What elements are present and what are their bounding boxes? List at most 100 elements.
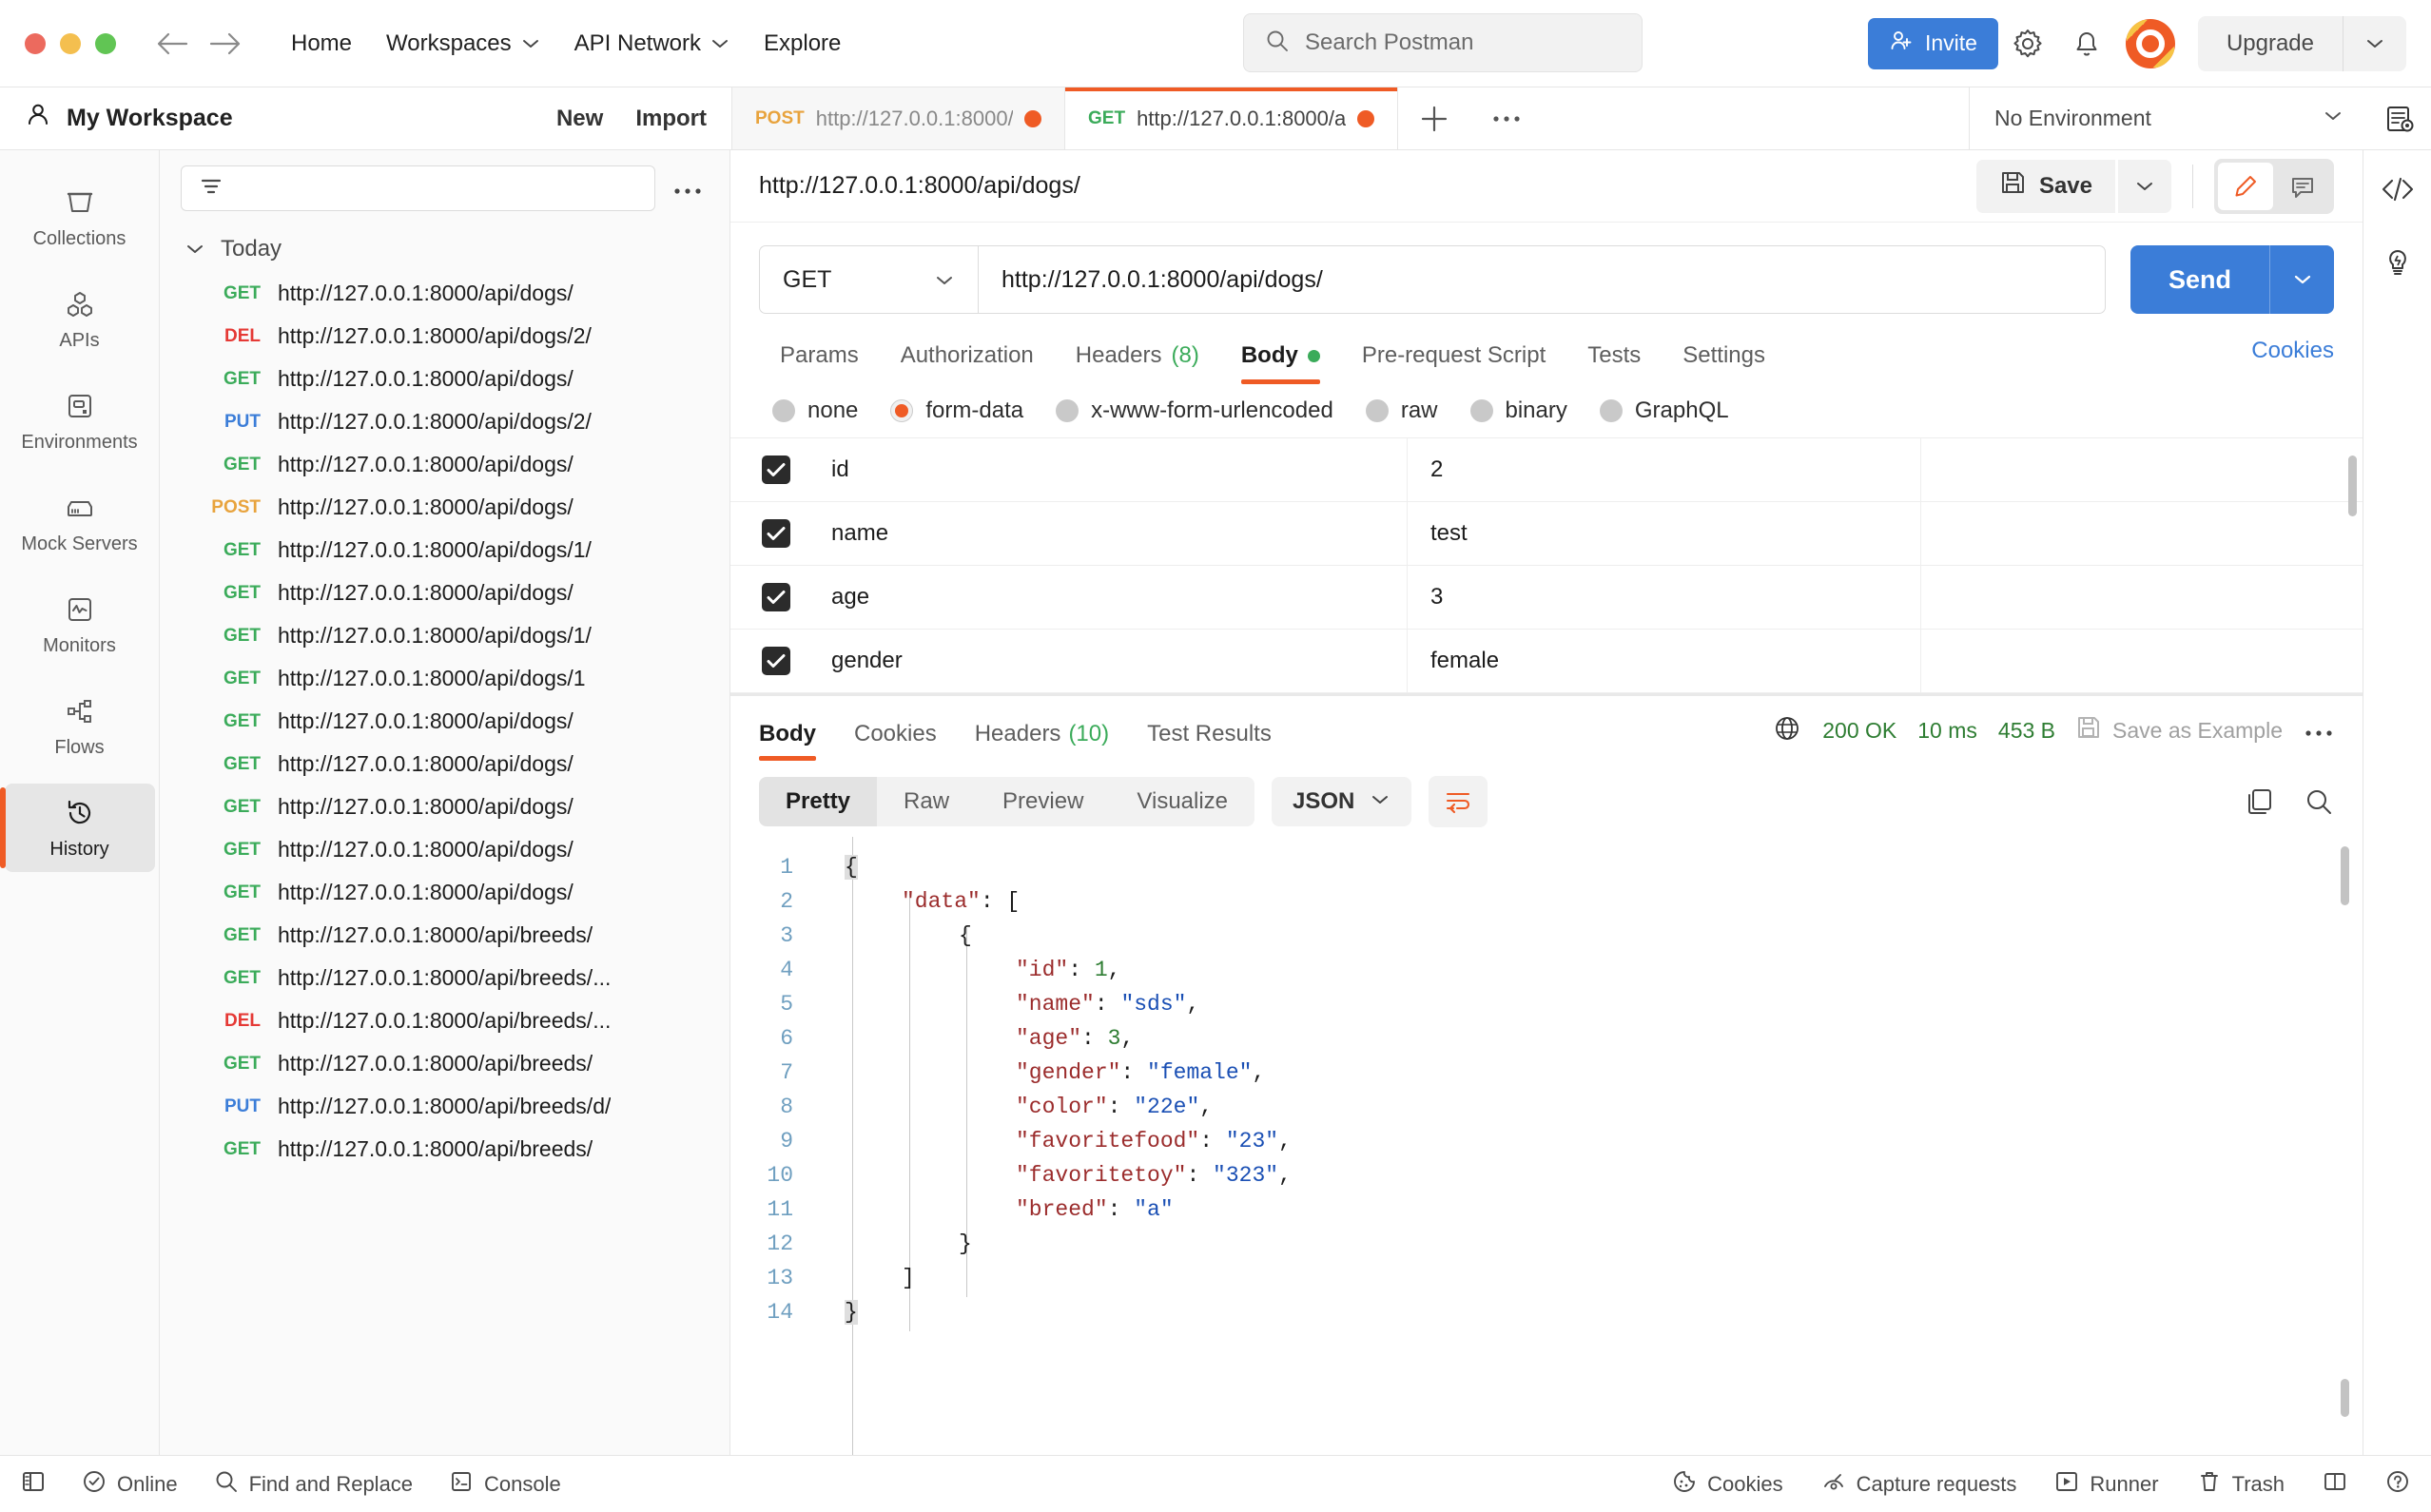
environment-quick-look-icon[interactable] xyxy=(2368,87,2431,149)
settings-gear-icon[interactable] xyxy=(1998,14,2057,73)
workspace-title[interactable]: My Workspace xyxy=(25,102,233,135)
form-data-value[interactable]: 3 xyxy=(1408,565,1921,630)
body-type-x-www-form-urlencoded[interactable]: x-www-form-urlencoded xyxy=(1056,397,1333,424)
format-preview[interactable]: Preview xyxy=(976,777,1110,826)
response-scrollbar[interactable] xyxy=(2341,846,2349,905)
invite-button[interactable]: Invite xyxy=(1867,17,1998,69)
nav-home[interactable]: Home xyxy=(274,23,369,65)
response-tab-test-results[interactable]: Test Results xyxy=(1128,713,1291,761)
row-enabled-checkbox[interactable] xyxy=(762,583,790,611)
new-button[interactable]: New xyxy=(556,106,603,132)
form-data-key[interactable]: name xyxy=(822,501,1408,566)
body-type-raw[interactable]: raw xyxy=(1365,397,1438,424)
history-item[interactable]: GET http://127.0.0.1:8000/api/dogs/ xyxy=(160,871,729,914)
sidebar-item-collections[interactable]: Collections xyxy=(5,173,155,262)
form-data-description[interactable] xyxy=(1921,630,2363,693)
send-button[interactable]: Send xyxy=(2130,245,2269,314)
form-data-key[interactable]: gender xyxy=(822,629,1408,693)
format-raw[interactable]: Raw xyxy=(877,777,976,826)
body-type-binary[interactable]: binary xyxy=(1469,397,1567,424)
request-tab-settings[interactable]: Settings xyxy=(1662,333,1786,384)
forward-arrow-icon[interactable] xyxy=(209,31,242,56)
format-pretty[interactable]: Pretty xyxy=(759,777,878,826)
sidebar-item-mock-servers[interactable]: Mock Servers xyxy=(5,478,155,567)
request-tab[interactable]: POST http://127.0.0.1:8000/a xyxy=(732,87,1065,149)
help-button[interactable] xyxy=(2385,1469,2410,1500)
sidebar-item-history[interactable]: History xyxy=(0,784,155,872)
postbot-lightbulb-icon[interactable] xyxy=(2382,245,2414,278)
content-type-selector[interactable]: JSON xyxy=(1272,777,1412,826)
nav-api-network[interactable]: API Network xyxy=(557,23,747,65)
search-icon[interactable] xyxy=(2304,786,2334,817)
save-as-example-button[interactable]: Save as Example xyxy=(2076,715,2283,746)
history-item[interactable]: GET http://127.0.0.1:8000/api/breeds/ xyxy=(160,914,729,957)
history-item[interactable]: GET http://127.0.0.1:8000/api/breeds/ xyxy=(160,1042,729,1085)
nav-workspaces[interactable]: Workspaces xyxy=(369,23,557,65)
capture-requests-button[interactable]: Capture requests xyxy=(1821,1469,2016,1500)
history-item[interactable]: GET http://127.0.0.1:8000/api/breeds/... xyxy=(160,957,729,999)
trash-button[interactable]: Trash xyxy=(2197,1469,2285,1500)
history-item[interactable]: GET http://127.0.0.1:8000/api/dogs/ xyxy=(160,572,729,614)
upgrade-button[interactable]: Upgrade xyxy=(2198,30,2343,57)
request-tab-authorization[interactable]: Authorization xyxy=(880,333,1055,384)
save-button[interactable]: Save xyxy=(1975,159,2115,213)
history-item[interactable]: POST http://127.0.0.1:8000/api/dogs/ xyxy=(160,486,729,529)
back-arrow-icon[interactable] xyxy=(156,31,188,56)
word-wrap-toggle-icon[interactable] xyxy=(1429,776,1488,827)
response-tab-headers[interactable]: Headers (10) xyxy=(956,713,1128,761)
history-item[interactable]: GET http://127.0.0.1:8000/api/dogs/1/ xyxy=(160,529,729,572)
response-body-code[interactable]: 1{2 "data": [3{4 "id": 1, 5 "name": "sds", 6 "… xyxy=(730,837,2363,1455)
save-dropdown-chevron-down-icon[interactable] xyxy=(2118,159,2171,213)
history-item[interactable]: DEL http://127.0.0.1:8000/api/dogs/2/ xyxy=(160,315,729,358)
sidebar-item-flows[interactable]: Flows xyxy=(5,682,155,770)
avatar[interactable] xyxy=(2125,18,2175,68)
history-item[interactable]: GET http://127.0.0.1:8000/api/dogs/ xyxy=(160,743,729,785)
import-button[interactable]: Import xyxy=(635,106,707,132)
history-item[interactable]: GET http://127.0.0.1:8000/api/dogs/ xyxy=(160,828,729,871)
comment-icon[interactable] xyxy=(2275,163,2330,210)
history-options-icon[interactable] xyxy=(667,173,709,204)
history-item[interactable]: GET http://127.0.0.1:8000/api/dogs/1/ xyxy=(160,614,729,657)
form-data-value[interactable]: female xyxy=(1408,629,1921,693)
upgrade-chevron-down-icon[interactable] xyxy=(2343,37,2406,50)
response-options-icon[interactable] xyxy=(2304,716,2334,746)
layout-toggle-button[interactable] xyxy=(2323,1469,2347,1500)
history-group-today[interactable]: Today xyxy=(160,221,729,272)
form-data-description[interactable] xyxy=(1921,438,2363,502)
body-type-none[interactable]: none xyxy=(772,397,858,424)
history-item[interactable]: GET http://127.0.0.1:8000/api/breeds/ xyxy=(160,1128,729,1171)
form-data-scrollbar[interactable] xyxy=(2348,456,2357,516)
format-visualize[interactable]: Visualize xyxy=(1110,777,1254,826)
response-tab-cookies[interactable]: Cookies xyxy=(835,713,956,761)
close-window-button[interactable] xyxy=(25,32,46,54)
code-snippet-icon[interactable] xyxy=(2381,175,2415,204)
cookies-button[interactable]: Cookies xyxy=(1672,1469,1783,1500)
body-type-form-data[interactable]: form-data xyxy=(890,397,1023,424)
console-button[interactable]: Console xyxy=(449,1469,561,1500)
sidebar-item-monitors[interactable]: Monitors xyxy=(5,580,155,669)
history-item[interactable]: GET http://127.0.0.1:8000/api/dogs/ xyxy=(160,443,729,486)
form-data-value[interactable]: 2 xyxy=(1408,438,1921,502)
request-tab-headers[interactable]: Headers (8) xyxy=(1055,333,1220,384)
maximize-window-button[interactable] xyxy=(95,32,116,54)
history-item[interactable]: GET http://127.0.0.1:8000/api/dogs/ xyxy=(160,700,729,743)
sidebar-item-apis[interactable]: APIs xyxy=(5,275,155,363)
history-item[interactable]: PUT http://127.0.0.1:8000/api/dogs/2/ xyxy=(160,400,729,443)
sidebar-item-environments[interactable]: Environments xyxy=(5,377,155,465)
history-item[interactable]: GET http://127.0.0.1:8000/api/dogs/ xyxy=(160,358,729,400)
form-data-key[interactable]: id xyxy=(822,438,1408,502)
request-tab-params[interactable]: Params xyxy=(759,333,880,384)
method-selector[interactable]: GET xyxy=(759,245,978,314)
request-tab-pre-request-script[interactable]: Pre-request Script xyxy=(1341,333,1566,384)
form-data-description[interactable] xyxy=(1921,502,2363,566)
new-tab-button[interactable] xyxy=(1398,87,1470,149)
online-status[interactable]: Online xyxy=(82,1469,178,1500)
history-item[interactable]: PUT http://127.0.0.1:8000/api/breeds/d/ xyxy=(160,1085,729,1128)
request-tab[interactable]: GET http://127.0.0.1:8000/ap xyxy=(1065,87,1398,149)
request-cookies-link[interactable]: Cookies xyxy=(2251,338,2334,379)
sidebar-toggle-button[interactable] xyxy=(21,1469,46,1500)
find-and-replace-button[interactable]: Find and Replace xyxy=(214,1469,413,1500)
form-data-value[interactable]: test xyxy=(1408,501,1921,566)
row-enabled-checkbox[interactable] xyxy=(762,519,790,548)
minimize-window-button[interactable] xyxy=(60,32,81,54)
